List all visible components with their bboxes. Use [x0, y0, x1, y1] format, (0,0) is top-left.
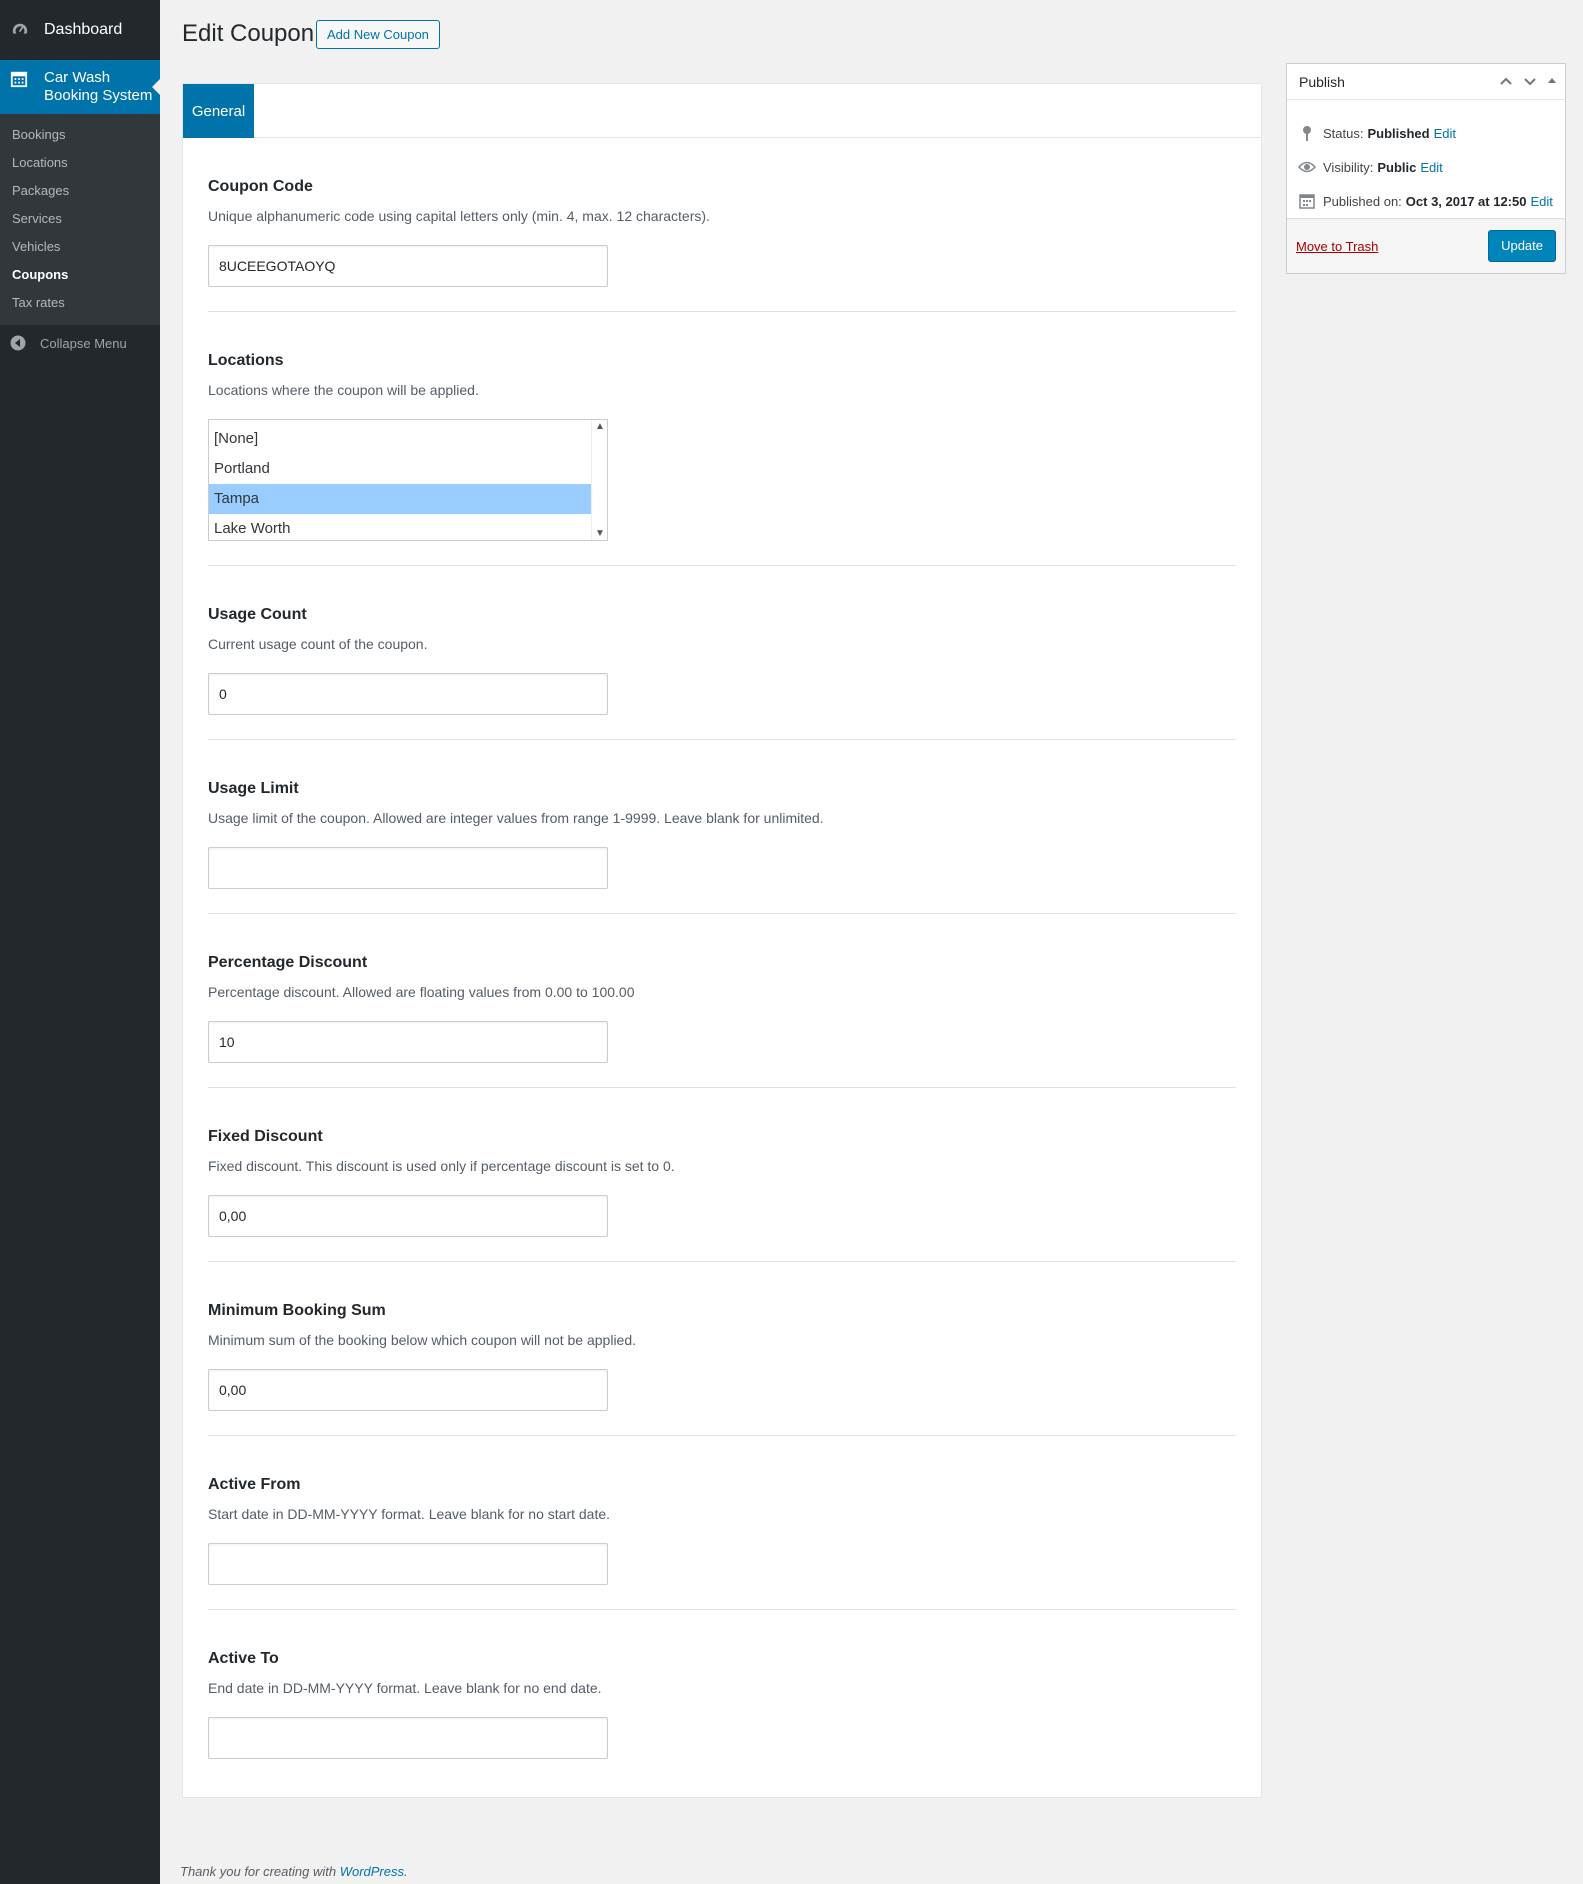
location-option-lake-worth[interactable]: Lake Worth — [209, 514, 591, 540]
sidebar-item-coupons[interactable]: Coupons — [0, 261, 160, 289]
active-menu-notch — [152, 79, 160, 95]
active-from-input[interactable] — [208, 1543, 608, 1585]
admin-footer: Thank you for creating with WordPress. — [180, 1864, 408, 1879]
sidebar-item-services[interactable]: Services — [0, 205, 160, 233]
visibility-edit-link[interactable]: Edit — [1420, 160, 1442, 175]
collapse-arrow-icon — [10, 335, 26, 351]
sidebar-item-tax-rates[interactable]: Tax rates — [0, 289, 160, 317]
percentage-discount-label: Percentage Discount — [208, 954, 368, 971]
active-from-field: Active From Start date in DD-MM-YYYY for… — [208, 1436, 1236, 1610]
sidebar-item-label: Dashboard — [44, 21, 123, 38]
coupon-code-description: Unique alphanumeric code using capital l… — [208, 208, 710, 224]
usage-limit-label: Usage Limit — [208, 780, 299, 797]
active-to-input[interactable] — [208, 1717, 608, 1759]
toggle-panel-icon[interactable] — [1547, 74, 1557, 91]
publish-header: Publish — [1287, 64, 1565, 100]
publish-body: Status: Published Edit Visibility: Publi… — [1287, 100, 1565, 218]
coupon-code-field: Coupon Code Unique alphanumeric code usi… — [208, 138, 1236, 312]
percentage-discount-input[interactable] — [208, 1021, 608, 1063]
fixed-discount-label: Fixed Discount — [208, 1128, 323, 1145]
usage-limit-input[interactable] — [208, 847, 608, 889]
tab-general[interactable]: General — [183, 84, 254, 138]
status-value: Published — [1367, 125, 1430, 141]
location-option-none[interactable]: [None] — [209, 424, 591, 454]
visibility-row: Visibility: Public Edit — [1297, 150, 1555, 184]
locations-scrollbar[interactable]: ▲ ▼ — [591, 420, 607, 540]
status-edit-link[interactable]: Edit — [1434, 126, 1456, 141]
fixed-discount-description: Fixed discount. This discount is used on… — [208, 1158, 675, 1174]
coupon-code-label: Coupon Code — [208, 178, 313, 195]
admin-sidebar: Dashboard Car Wash Booking System Bookin… — [0, 0, 160, 1884]
sidebar-item-label: Car Wash Booking System — [44, 69, 152, 105]
usage-count-description: Current usage count of the coupon. — [208, 636, 428, 652]
visibility-value: Public — [1377, 159, 1417, 175]
sidebar-item-dashboard[interactable]: Dashboard — [0, 0, 160, 60]
published-label: Published on: — [1323, 193, 1402, 209]
active-to-field: Active To End date in DD-MM-YYYY format.… — [208, 1610, 1236, 1784]
sidebar-item-bookings[interactable]: Bookings — [0, 121, 160, 149]
usage-count-field: Usage Count Current usage count of the c… — [208, 566, 1236, 740]
scroll-up-icon[interactable]: ▲ — [595, 421, 605, 432]
publish-controls — [1499, 74, 1557, 91]
locations-label: Locations — [208, 352, 284, 369]
active-to-label: Active To — [208, 1650, 279, 1667]
usage-count-label: Usage Count — [208, 606, 307, 623]
active-from-label: Active From — [208, 1476, 301, 1493]
wordpress-link[interactable]: WordPress — [340, 1864, 404, 1879]
sidebar-label-line1: Car Wash — [44, 69, 111, 86]
published-value: Oct 3, 2017 at 12:50 — [1405, 193, 1527, 209]
eye-icon — [1297, 158, 1317, 176]
usage-limit-description: Usage limit of the coupon. Allowed are i… — [208, 810, 824, 826]
coupon-code-input[interactable] — [208, 245, 608, 287]
calendar-icon — [1297, 192, 1317, 210]
fixed-discount-field: Fixed Discount Fixed discount. This disc… — [208, 1088, 1236, 1262]
minimum-booking-sum-description: Minimum sum of the booking below which c… — [208, 1332, 637, 1348]
dashboard-icon — [10, 20, 30, 40]
tab-bar: General — [183, 84, 1261, 138]
collapse-menu-button[interactable]: Collapse Menu — [0, 325, 160, 361]
published-edit-link[interactable]: Edit — [1530, 194, 1552, 209]
sidebar-item-packages[interactable]: Packages — [0, 177, 160, 205]
percentage-discount-description: Percentage discount. Allowed are floatin… — [208, 984, 635, 1000]
publish-footer: Move to Trash Update — [1287, 218, 1565, 273]
footer-suffix: . — [404, 1864, 408, 1879]
usage-count-input[interactable] — [208, 673, 608, 715]
footer-text: Thank you for creating with — [180, 1864, 340, 1879]
page-title: Edit Coupon — [182, 20, 315, 47]
location-option-tampa[interactable]: Tampa — [209, 484, 591, 514]
sidebar-item-locations[interactable]: Locations — [0, 149, 160, 177]
status-row: Status: Published Edit — [1297, 116, 1555, 150]
collapse-menu-label: Collapse Menu — [40, 335, 127, 351]
usage-limit-field: Usage Limit Usage limit of the coupon. A… — [208, 740, 1236, 914]
sidebar-item-car-wash[interactable]: Car Wash Booking System — [0, 60, 160, 114]
location-option-portland[interactable]: Portland — [209, 454, 591, 484]
sidebar-label-line2: Booking System — [44, 87, 153, 104]
visibility-label: Visibility: — [1323, 159, 1374, 175]
minimum-booking-sum-label: Minimum Booking Sum — [208, 1302, 386, 1319]
calendar-icon — [10, 70, 30, 90]
active-to-description: End date in DD-MM-YYYY format. Leave bla… — [208, 1680, 602, 1696]
pin-icon — [1297, 124, 1317, 142]
locations-description: Locations where the coupon will be appli… — [208, 382, 479, 398]
chevron-down-icon[interactable] — [1523, 74, 1537, 91]
sidebar-submenu: Bookings Locations Packages Services Veh… — [0, 114, 160, 325]
publish-title: Publish — [1299, 73, 1345, 90]
active-from-description: Start date in DD-MM-YYYY format. Leave b… — [208, 1506, 611, 1522]
publish-box: Publish Status: Published Edit Visibilit… — [1286, 63, 1566, 274]
add-new-coupon-button[interactable]: Add New Coupon — [316, 20, 440, 49]
chevron-up-icon[interactable] — [1499, 74, 1513, 91]
sidebar-item-vehicles[interactable]: Vehicles — [0, 233, 160, 261]
scroll-down-icon[interactable]: ▼ — [595, 528, 605, 539]
move-to-trash-link[interactable]: Move to Trash — [1296, 239, 1378, 254]
fixed-discount-input[interactable] — [208, 1195, 608, 1237]
locations-listbox[interactable]: [None] Portland Tampa Lake Worth ▲ ▼ — [208, 419, 608, 541]
update-button[interactable]: Update — [1488, 230, 1556, 262]
minimum-booking-sum-input[interactable] — [208, 1369, 608, 1411]
percentage-discount-field: Percentage Discount Percentage discount.… — [208, 914, 1236, 1088]
locations-field: Locations Locations where the coupon wil… — [208, 312, 1236, 566]
minimum-booking-sum-field: Minimum Booking Sum Minimum sum of the b… — [208, 1262, 1236, 1436]
coupon-edit-panel: General Coupon Code Unique alphanumeric … — [182, 83, 1262, 1798]
published-on-row: Published on: Oct 3, 2017 at 12:50 Edit — [1297, 184, 1555, 218]
status-label: Status: — [1323, 125, 1364, 141]
